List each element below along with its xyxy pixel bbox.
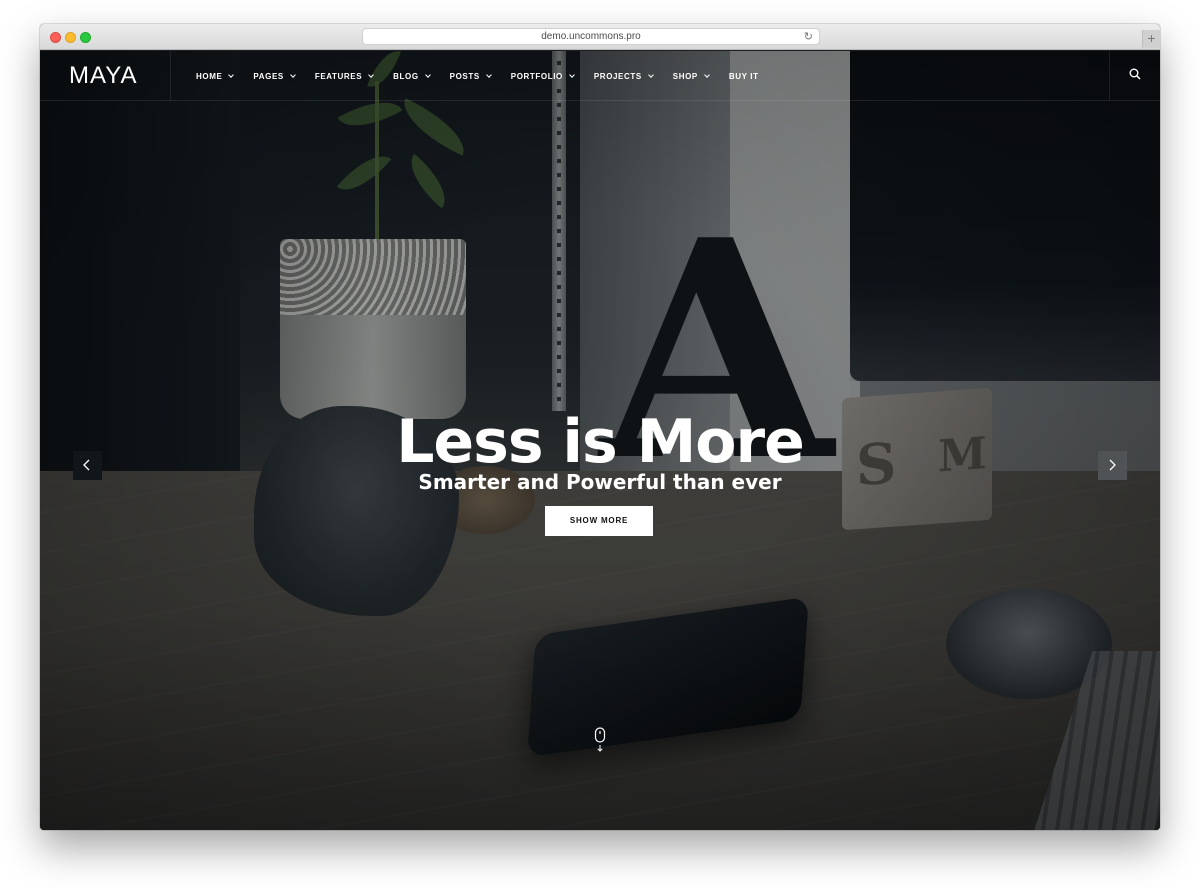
nav-item-pages[interactable]: PAGES <box>253 71 296 81</box>
search-button[interactable] <box>1109 51 1160 101</box>
chevron-down-icon <box>647 71 654 78</box>
browser-window: demo.uncommons.pro ↻ + A S M <box>40 24 1160 830</box>
close-window-button[interactable] <box>50 32 61 43</box>
site-logo[interactable]: MAYA <box>40 51 171 101</box>
hero-subtitle: Smarter and Powerful than ever <box>418 470 782 494</box>
nav-item-shop[interactable]: SHOP <box>672 71 710 81</box>
nav-item-home[interactable]: HOME <box>196 71 235 81</box>
nav-item-label: POSTS <box>449 71 480 81</box>
nav-item-label: FEATURES <box>314 71 363 81</box>
nav-item-label: PROJECTS <box>593 71 642 81</box>
nav-item-features[interactable]: FEATURES <box>314 71 374 81</box>
nav-item-posts[interactable]: POSTS <box>449 71 492 81</box>
chevron-down-icon <box>569 71 575 78</box>
nav-item-label: HOME <box>196 71 223 81</box>
mouse-scroll-icon[interactable] <box>593 727 607 753</box>
nav-item-label: PAGES <box>253 71 284 81</box>
nav-item-label: BLOG <box>393 71 419 81</box>
nav-item-label: BUY IT <box>728 71 759 81</box>
main-menu: HOME PAGES FEATURES BLOG POSTS PORTFOLIO… <box>196 51 779 101</box>
address-bar-url: demo.uncommons.pro <box>541 31 641 42</box>
chevron-right-icon <box>1109 459 1116 471</box>
nav-item-label: PORTFOLIO <box>510 71 563 81</box>
new-tab-button[interactable]: + <box>1142 30 1160 48</box>
nav-item-label: SHOP <box>672 71 698 81</box>
site-header: MAYA HOME PAGES FEATURES BLOG POSTS PORT… <box>40 51 1160 101</box>
chevron-down-icon <box>228 71 235 78</box>
browser-toolbar: demo.uncommons.pro ↻ + <box>40 24 1160 50</box>
slider-prev-button[interactable] <box>73 451 102 480</box>
chevron-down-icon <box>289 71 296 78</box>
search-icon <box>1129 68 1141 80</box>
chevron-down-icon <box>368 71 374 78</box>
chevron-down-icon <box>704 71 710 78</box>
minimize-window-button[interactable] <box>65 32 76 43</box>
hero-slider: A S M MAYA HOME PAGES FEATURES BLOG POST… <box>40 51 1160 830</box>
reload-icon[interactable]: ↻ <box>804 29 813 45</box>
chevron-left-icon <box>83 459 90 471</box>
show-more-button[interactable]: SHOW MORE <box>545 506 653 536</box>
zoom-window-button[interactable] <box>80 32 91 43</box>
nav-item-buy-it[interactable]: BUY IT <box>729 72 759 81</box>
address-bar[interactable]: demo.uncommons.pro ↻ <box>362 28 820 45</box>
nav-item-blog[interactable]: BLOG <box>393 71 431 81</box>
chevron-down-icon <box>485 71 492 78</box>
slider-next-button[interactable] <box>1098 451 1127 480</box>
nav-item-portfolio[interactable]: PORTFOLIO <box>510 71 575 81</box>
nav-item-projects[interactable]: PROJECTS <box>593 71 654 81</box>
chevron-down-icon <box>424 71 431 78</box>
